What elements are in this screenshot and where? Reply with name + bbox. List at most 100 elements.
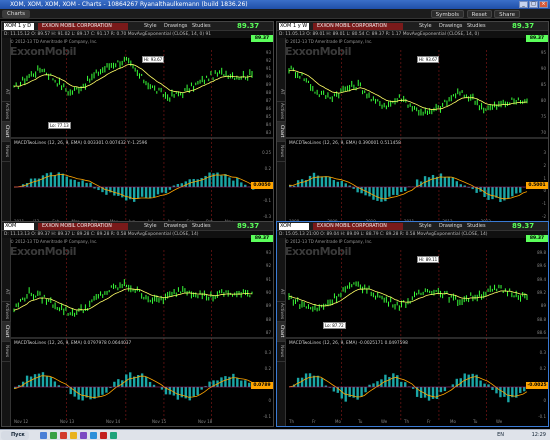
price-chart[interactable]	[2, 22, 274, 227]
macd-histogram-bar	[392, 373, 395, 387]
price-axis-label: 89.8	[537, 250, 546, 255]
macd-histogram-bar	[380, 187, 383, 202]
macd-histogram-bar	[471, 373, 474, 387]
pdf-icon[interactable]	[100, 432, 107, 439]
macd-histogram-bar	[208, 381, 211, 387]
price-axis-label: 93	[265, 250, 271, 255]
macd-histogram-bar	[224, 174, 227, 187]
macd-histogram-bar	[105, 387, 108, 393]
macd-histogram-bar	[244, 184, 247, 187]
windows-taskbar: Пуск EN 12:29	[0, 429, 550, 440]
start-button[interactable]: Пуск	[1, 431, 29, 440]
price-axis-label: 85	[265, 114, 271, 119]
maximize-button[interactable]: □	[529, 1, 538, 8]
macd-histogram-bar	[340, 181, 343, 187]
price-axis-label: 85	[540, 82, 546, 87]
minimize-button[interactable]: _	[519, 1, 528, 8]
price-axis-label: 75	[540, 114, 546, 119]
time-axis-label: Th	[289, 419, 294, 424]
ema-line	[288, 69, 528, 110]
macd-axis-label: 0.2	[264, 166, 271, 171]
macd-axis-label: 0.3	[264, 350, 271, 355]
macd-histogram-bar	[439, 387, 443, 393]
macd-axis-label: 0	[543, 398, 546, 403]
macd-axis-label: -0.3	[263, 214, 271, 219]
macd-histogram-bar	[65, 176, 68, 187]
price-axis-label: 89	[265, 82, 271, 87]
high-callout: Hi: 89.11	[417, 256, 440, 263]
macd-histogram-bar	[208, 172, 211, 187]
ema-line	[13, 288, 253, 311]
price-chart[interactable]	[2, 222, 274, 427]
time-axis-label: Nov 14	[106, 419, 121, 424]
macd-histogram-bar	[443, 177, 447, 187]
language-indicator[interactable]: EN	[497, 431, 504, 440]
macd-study-label: MACDTwoLines (12, 26, 9, EMA) 0.0797978 …	[14, 341, 132, 346]
explorer-icon[interactable]	[40, 432, 47, 439]
macd-histogram-bar	[388, 187, 391, 197]
macd-histogram-bar	[304, 373, 308, 387]
share-button[interactable]: Share	[494, 10, 520, 18]
price-axis: 93929190898887868584830.250.20.1-0.1-0.3	[251, 22, 273, 226]
macd-histogram-bar	[316, 375, 320, 387]
price-axis: 939291908988870.30.20.10-0.1	[251, 222, 273, 426]
macd-histogram-bar	[519, 187, 522, 193]
macd-axis-label: -0.1	[263, 198, 271, 203]
macd-histogram-bar	[400, 187, 403, 193]
macd-axis-label: 0	[268, 398, 271, 403]
time-axis-label: Th	[404, 419, 409, 424]
price-chart[interactable]	[277, 222, 549, 427]
folder-icon[interactable]	[70, 432, 77, 439]
macd-axis-label: -0.1	[263, 414, 271, 419]
macd-histogram-bar	[443, 387, 447, 392]
price-axis-label: 88.8	[537, 316, 546, 322]
time-axis-label: Nov 18	[198, 419, 213, 424]
price-axis-label: 87	[265, 98, 271, 103]
price-axis-label: 92	[265, 263, 271, 269]
reset-button[interactable]: Reset	[466, 10, 492, 18]
symbols-button[interactable]: Symbols	[430, 10, 464, 18]
thinkorswim-icon[interactable]	[110, 432, 117, 439]
macd-histogram-bar	[372, 187, 375, 200]
macd-histogram-bar	[451, 177, 455, 187]
price-axis-label: 90	[265, 290, 271, 295]
macd-histogram-bar	[332, 180, 336, 187]
macd-histogram-bar	[479, 380, 482, 387]
macd-value-tag: -0.0025	[526, 382, 548, 389]
macd-histogram-bar	[364, 387, 367, 393]
price-chart[interactable]	[277, 22, 549, 227]
time-axis-label: Mo	[450, 419, 456, 424]
macd-axis-label: -2	[542, 214, 546, 219]
time-axis-label: Nov 13	[60, 419, 75, 424]
macd-histogram-bar	[344, 183, 347, 187]
macd-histogram-bar	[176, 387, 180, 400]
macd-histogram-bar	[467, 374, 470, 387]
macd-histogram-bar	[53, 175, 57, 187]
app-icon[interactable]	[50, 432, 57, 439]
high-callout: Hi: 93.67	[417, 56, 440, 63]
price-axis-label: 88	[265, 90, 271, 95]
macd-histogram-bar	[228, 177, 231, 187]
macd-histogram-bar	[244, 380, 247, 387]
price-axis: 95 90 85 80 75 70 3 2 1 0 -1 -2	[526, 22, 548, 226]
tab-charts[interactable]: Charts	[2, 10, 30, 18]
macd-axis-label: 0	[543, 188, 546, 194]
macd-histogram-bar	[148, 381, 152, 387]
skype-icon[interactable]	[90, 432, 97, 439]
macd-histogram-bar	[324, 176, 328, 187]
macd-histogram-bar	[459, 184, 462, 187]
close-button[interactable]: ×	[539, 1, 548, 8]
macd-histogram-bar	[491, 187, 494, 200]
price-axis-label: 87	[265, 330, 271, 335]
opera-icon[interactable]	[60, 432, 67, 439]
macd-histogram-bar	[160, 387, 164, 390]
macd-study-label: MACDTwoLines (12, 26, 9, EMA) 0.003301 0…	[14, 141, 148, 146]
macd-histogram-bar	[392, 187, 395, 195]
macd-histogram-bar	[89, 182, 92, 187]
macd-histogram-bar	[144, 187, 148, 198]
media-icon[interactable]	[80, 432, 87, 439]
macd-histogram-bar	[519, 387, 522, 393]
macd-histogram-bar	[439, 173, 443, 187]
macd-histogram-bar	[97, 387, 100, 397]
macd-histogram-bar	[487, 187, 490, 200]
